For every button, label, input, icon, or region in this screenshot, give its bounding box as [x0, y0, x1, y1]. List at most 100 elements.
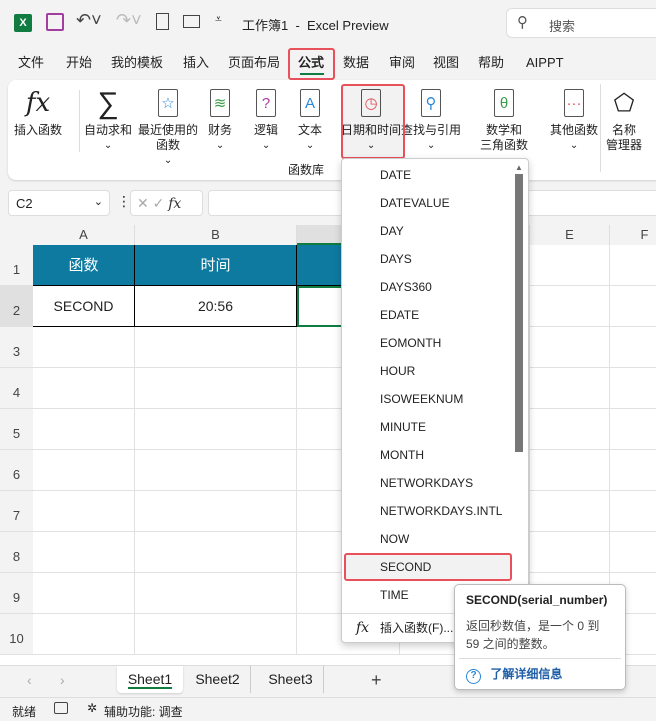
menu-item-date[interactable]: DATE [344, 161, 512, 189]
row-header-7[interactable]: 7 [0, 491, 33, 532]
cell-A7[interactable] [33, 491, 135, 532]
menu-item-second[interactable]: SECOND [344, 553, 512, 581]
tab-8[interactable]: 视图 [433, 52, 459, 80]
scrollbar[interactable]: ▲ [513, 163, 525, 613]
save-icon[interactable] [46, 13, 64, 31]
ribbon-button-8[interactable]: θ数学和 三角函数⌄ [480, 86, 528, 168]
cell-E2[interactable] [530, 286, 610, 327]
ribbon-button-5[interactable]: A 文本 ⌄ [298, 86, 322, 153]
search-box[interactable]: ⚲ 搜索 [506, 8, 656, 38]
row-header-1[interactable]: 1 [0, 245, 33, 286]
row-header-2[interactable]: 2 [0, 286, 33, 327]
cell-A10[interactable] [33, 614, 135, 655]
cancel-icon[interactable]: ✕ [137, 195, 149, 211]
tab-0[interactable]: 文件 [18, 52, 44, 80]
more-icon[interactable]: ⋮ [117, 193, 131, 210]
tab-6[interactable]: 数据 [343, 52, 369, 80]
cell-F1[interactable] [610, 245, 656, 286]
redo-icon[interactable]: ↷˅ [116, 10, 142, 31]
ribbon-button-9[interactable]: ··· 其他函数 ⌄ [550, 86, 598, 153]
cell-A2[interactable]: SECOND [33, 286, 135, 327]
menu-item-networkdays[interactable]: NETWORKDAYS [344, 469, 512, 497]
menu-item-days[interactable]: DAYS [344, 245, 512, 273]
cell-E7[interactable] [530, 491, 610, 532]
menu-item-month[interactable]: MONTH [344, 441, 512, 469]
menu-item-now[interactable]: NOW [344, 525, 512, 553]
tab-2[interactable]: 我的模板 [111, 52, 163, 80]
menu-item-day[interactable]: DAY [344, 217, 512, 245]
row-header-5[interactable]: 5 [0, 409, 33, 450]
menu-item-hour[interactable]: HOUR [344, 357, 512, 385]
prev-sheet-icon[interactable]: ‹ [27, 672, 32, 688]
ribbon-button-0[interactable]: fx 插入函数 [14, 86, 62, 138]
ribbon-button-3[interactable]: ≋ 财务 ⌄ [208, 86, 232, 153]
cell-F2[interactable] [610, 286, 656, 327]
ribbon-button-2[interactable]: ☆ 最近使用的 函数 ⌄ [138, 86, 198, 168]
cell-B10[interactable] [135, 614, 297, 655]
open-folder-icon[interactable] [183, 15, 200, 28]
menu-item-eomonth[interactable]: EOMONTH [344, 329, 512, 357]
row-header-3[interactable]: 3 [0, 327, 33, 368]
select-all-button[interactable] [0, 225, 33, 245]
macro-record-icon[interactable] [54, 702, 68, 714]
cell-E8[interactable] [530, 532, 610, 573]
cell-F6[interactable] [610, 450, 656, 491]
name-box[interactable]: C2 ⌄ [8, 190, 110, 216]
scrollbar-thumb[interactable] [515, 174, 523, 452]
column-header-E[interactable]: E [530, 225, 610, 245]
cell-B1[interactable]: 时间 [135, 245, 297, 286]
row-header-10[interactable]: 10 [0, 614, 33, 655]
row-header-4[interactable]: 4 [0, 368, 33, 409]
fx-icon[interactable]: fx [168, 196, 181, 212]
cell-F3[interactable] [610, 327, 656, 368]
scroll-up-icon[interactable]: ▲ [513, 163, 525, 172]
cell-F5[interactable] [610, 409, 656, 450]
cell-A3[interactable] [33, 327, 135, 368]
cell-F4[interactable] [610, 368, 656, 409]
cell-E6[interactable] [530, 450, 610, 491]
tab-10[interactable]: AIPPT [526, 52, 564, 80]
cell-B7[interactable] [135, 491, 297, 532]
ribbon-button-1[interactable]: ∑ 自动求和 ⌄ [84, 86, 132, 153]
cell-E1[interactable] [530, 245, 610, 286]
row-header-6[interactable]: 6 [0, 450, 33, 491]
ribbon-button-7[interactable]: ⚲ 查找与引用 ⌄ [401, 86, 461, 153]
learn-more-link[interactable]: ? 了解详细信息 [466, 665, 562, 684]
undo-icon[interactable]: ↶˅ [76, 10, 102, 31]
cell-E4[interactable] [530, 368, 610, 409]
cell-B4[interactable] [135, 368, 297, 409]
tab-1[interactable]: 开始 [66, 52, 92, 80]
column-header-A[interactable]: A [33, 225, 135, 245]
cell-B3[interactable] [135, 327, 297, 368]
menu-item-days360[interactable]: DAYS360 [344, 273, 512, 301]
tab-9[interactable]: 帮助 [478, 52, 504, 80]
cell-B8[interactable] [135, 532, 297, 573]
column-header-B[interactable]: B [135, 225, 297, 245]
cell-E5[interactable] [530, 409, 610, 450]
menu-item-isoweeknum[interactable]: ISOWEEKNUM [344, 385, 512, 413]
sheet-tab-0[interactable]: Sheet1 [117, 666, 183, 693]
menu-item-edate[interactable]: EDATE [344, 301, 512, 329]
new-file-icon[interactable] [156, 13, 169, 30]
menu-item-minute[interactable]: MINUTE [344, 413, 512, 441]
tab-7[interactable]: 审阅 [389, 52, 415, 80]
add-sheet-button[interactable]: + [371, 670, 382, 691]
cell-B2[interactable]: 20:56 [135, 286, 297, 327]
cell-B9[interactable] [135, 573, 297, 614]
chevron-down-icon[interactable]: ⌄ [94, 195, 103, 208]
cell-A9[interactable] [33, 573, 135, 614]
cell-A8[interactable] [33, 532, 135, 573]
menu-item-datevalue[interactable]: DATEVALUE [344, 189, 512, 217]
cell-A6[interactable] [33, 450, 135, 491]
cell-E3[interactable] [530, 327, 610, 368]
sheet-tab-1[interactable]: Sheet2 [185, 666, 251, 693]
sheet-tab-2[interactable]: Sheet3 [258, 666, 324, 693]
cell-A4[interactable] [33, 368, 135, 409]
cell-B5[interactable] [135, 409, 297, 450]
ribbon-button-4[interactable]: ? 逻辑 ⌄ [254, 86, 278, 153]
next-sheet-icon[interactable]: › [60, 672, 65, 688]
cell-F8[interactable] [610, 532, 656, 573]
ribbon-button-10[interactable]: ⬠ 名称 管理器 [606, 86, 642, 153]
cell-F7[interactable] [610, 491, 656, 532]
accessibility-status[interactable]: 辅助功能: 调查 [104, 703, 183, 720]
